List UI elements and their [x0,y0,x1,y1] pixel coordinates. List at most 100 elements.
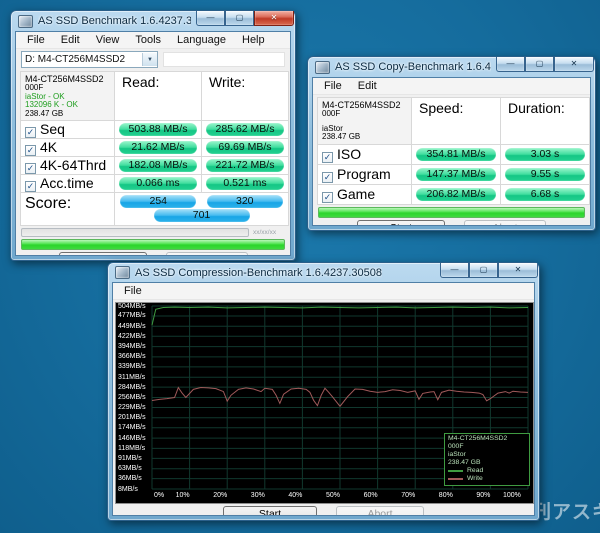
compression-titlebar[interactable]: AS SSD Compression-Benchmark 1.6.4237.30… [108,263,539,282]
copy-results-table: M4-CT256M4SSD2 000F iaStor 238.47 GB Spe… [317,97,590,205]
minimize-button-icon[interactable]: — [196,11,225,26]
app-icon [18,14,33,28]
close-button-icon[interactable]: ✕ [254,11,294,26]
abort-button: Abort [464,219,546,225]
table-row: ✓ Acc.time 0.066 ms 0.521 ms [20,174,289,193]
y-axis-tick-label: 504MB/s [118,303,146,310]
maximize-button-icon[interactable]: ▢ [469,263,498,278]
chart-legend: M4-CT256M4SSD2 000F iaStor 238.47 GB Rea… [444,433,530,486]
row-label: Acc.time [40,175,94,191]
x-axis-tick-label: 80% [438,492,453,499]
menu-edit[interactable]: Edit [350,80,385,92]
close-button-icon[interactable]: ✕ [554,57,594,72]
maximize-button-icon[interactable]: ▢ [525,57,554,72]
menu-help[interactable]: Help [234,34,273,46]
menu-edit[interactable]: Edit [53,34,88,46]
window-title: AS SSD Copy-Benchmark 1.6.4237.30508 [335,61,491,73]
compression-benchmark-window: AS SSD Compression-Benchmark 1.6.4237.30… [107,262,540,521]
benchmark-menubar: File Edit View Tools Language Help [16,32,290,49]
y-axis-tick-label: 366MB/s [118,353,146,361]
overall-progress-bar [21,239,285,250]
iso-checkbox[interactable]: ✓ [322,151,333,163]
drive-select-dropdown[interactable]: D: M4-CT256M4SSD2 ▼ [21,51,158,68]
device-firmware: 000F [322,109,341,118]
acctime-read-value: 0.066 ms [119,177,197,190]
abort-button: Abort [165,252,248,255]
close-button-icon[interactable]: ✕ [498,263,538,278]
y-axis-tick-label: 339MB/s [118,363,146,371]
y-axis-tick-label: 256MB/s [118,394,146,401]
acctime-checkbox[interactable]: ✓ [25,181,36,192]
compression-chart: M4-CT256M4SSD2 000F iaStor 238.47 GB Rea… [115,302,534,504]
device-capacity: 238.47 GB [25,108,64,118]
copy-client-area: File Edit M4-CT256M4SSD2 000F iaStor 238… [312,77,591,226]
table-row: ✓ Seq 503.88 MB/s 285.62 MB/s [20,120,289,139]
start-button[interactable]: Start [223,506,317,515]
4k-write-value: 69.69 MB/s [206,141,284,154]
start-button[interactable]: Start [357,219,445,225]
empty-field [163,52,285,67]
program-checkbox[interactable]: ✓ [322,171,333,183]
compression-client-area: File M4-CT256M4SSD2 000F iaStor 238.47 G… [112,282,535,516]
abort-button: Abort [336,506,424,515]
window-title: AS SSD Benchmark 1.6.4237.30508 [38,15,191,27]
game-checkbox[interactable]: ✓ [322,191,333,203]
seq-write-value: 285.62 MB/s [206,123,284,136]
test-progress-note: xx/xx/xx [253,229,277,236]
read-line-swatch [448,470,463,472]
seq-read-value: 503.88 MB/s [119,123,197,136]
device-capacity: 238.47 GB [322,132,361,141]
menu-file[interactable]: File [116,285,150,297]
row-label: Program [337,165,391,182]
minimize-button-icon[interactable]: — [496,57,525,72]
program-speed-value: 147.37 MB/s [416,167,496,181]
minimize-button-icon[interactable]: — [440,263,469,278]
acctime-write-value: 0.521 ms [206,177,284,190]
test-progress-row: xx/xx/xx [21,228,285,237]
benchmark-titlebar[interactable]: AS SSD Benchmark 1.6.4237.30508 — ▢ ✕ [11,11,295,31]
y-axis-tick-label: 422MB/s [118,332,146,340]
seq-checkbox[interactable]: ✓ [25,127,36,138]
start-button[interactable]: Start [58,252,147,255]
4k64thrd-checkbox[interactable]: ✓ [25,163,36,174]
drive-select-value: D: M4-CT256M4SSD2 [25,54,126,65]
legend-read-label: Read [467,467,484,474]
total-score: 701 [153,209,250,222]
iso-speed-value: 354.81 MB/s [416,147,496,161]
duration-column-header: Duration: [500,97,590,145]
menu-tools[interactable]: Tools [127,34,169,46]
legend-firmware: 000F [448,443,464,450]
y-axis-tick-label: 449MB/s [118,322,146,330]
device-info-panel: M4-CT256M4SSD2 000F iaStor 238.47 GB [317,97,412,145]
app-icon [115,266,130,279]
score-values: 254 320 701 [115,193,288,225]
write-score: 320 [206,195,283,208]
write-line-swatch [448,478,463,480]
menu-view[interactable]: View [88,34,128,46]
y-axis-tick-label: 146MB/s [118,434,146,442]
menu-file[interactable]: File [19,34,53,46]
copy-titlebar[interactable]: AS SSD Copy-Benchmark 1.6.4237.30508 — ▢… [308,57,595,77]
x-axis-tick-label: 100% [503,492,521,499]
4k64thrd-write-value: 221.72 MB/s [206,159,284,172]
menu-file[interactable]: File [316,80,350,92]
x-axis-tick-label: 50% [326,492,341,499]
overall-progress-bar [318,206,585,218]
x-axis-tick-label: 30% [250,492,265,499]
4k-checkbox[interactable]: ✓ [25,145,36,156]
score-row: Score: 254 320 701 [20,192,289,226]
y-axis-tick-label: 118MB/s [118,444,146,452]
benchmark-client-area: File Edit View Tools Language Help D: M4… [15,31,291,256]
menu-language[interactable]: Language [169,34,234,46]
x-axis-tick-label: 70% [401,492,416,499]
y-axis-tick-label: 311MB/s [118,373,146,381]
maximize-button-icon[interactable]: ▢ [225,11,254,26]
legend-device-name: M4-CT256M4SSD2 [448,435,508,442]
table-row: ✓ Program 147.37 MB/s 9.55 s [317,163,590,185]
benchmark-window: AS SSD Benchmark 1.6.4237.30508 — ▢ ✕ Fi… [10,10,296,261]
desktop: { "desktop": { "watermark": "週刊アスキー" }, … [0,0,600,533]
chevron-down-icon[interactable]: ▼ [142,53,157,66]
read-column-header: Read: [114,71,202,121]
write-column-header: Write: [201,71,289,121]
y-axis-tick-label: 174MB/s [118,424,146,432]
